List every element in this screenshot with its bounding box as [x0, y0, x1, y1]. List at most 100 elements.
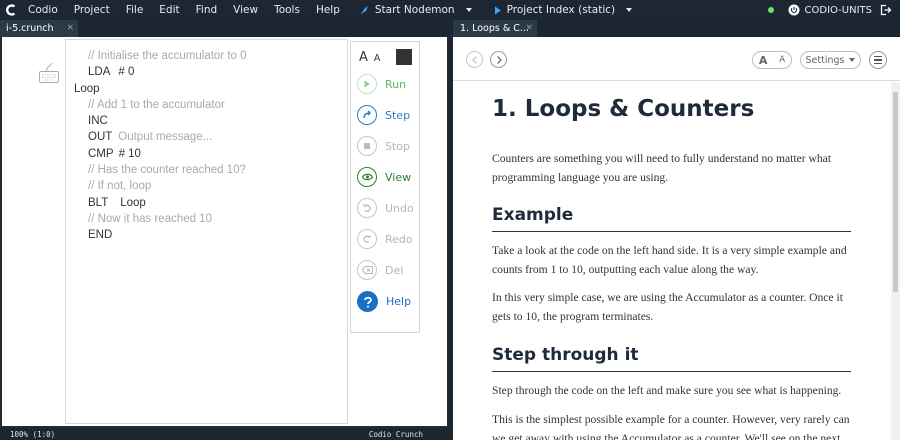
- stop-button[interactable]: Stop: [357, 136, 410, 156]
- menu-find[interactable]: Find: [188, 0, 226, 20]
- code-line: BLT Loop: [88, 197, 146, 209]
- help-button[interactable]: Help: [357, 291, 411, 312]
- guide-font-decrease-button[interactable]: A: [779, 55, 785, 65]
- example-paragraph-2: In this very simple case, we are using t…: [492, 291, 843, 323]
- user-label[interactable]: CODIO-UNITS: [805, 5, 872, 16]
- close-icon[interactable]: ×: [66, 23, 74, 33]
- tab-loops-counters[interactable]: 1. Loops & C... ×: [453, 20, 537, 37]
- run-label: Run: [385, 77, 407, 91]
- preview-menu-button[interactable]: Project Index (static): [486, 0, 641, 20]
- redo-label: Redo: [385, 232, 413, 246]
- code-editor[interactable]: // Initialise the accumulator to 0 LDA # …: [65, 39, 348, 424]
- undo-label: Undo: [385, 201, 414, 215]
- backspace-icon: [357, 260, 377, 280]
- settings-label: Settings: [805, 54, 845, 66]
- close-icon[interactable]: ×: [525, 23, 533, 33]
- editor-status-bar: 100% (1:0) Codio Crunch: [0, 428, 449, 440]
- previous-page-button[interactable]: [466, 51, 483, 68]
- intro-paragraph: Counters are something you will need to …: [492, 152, 832, 184]
- menu-file[interactable]: File: [118, 0, 152, 20]
- step-paragraph-2: This is the simplest possible example fo…: [492, 413, 850, 440]
- chevron-down-icon: [626, 8, 633, 12]
- menu-help[interactable]: Help: [308, 0, 348, 20]
- guide-tab-bar: 1. Loops & C... ×: [453, 20, 900, 37]
- connection-status-icon: [767, 7, 774, 13]
- code-op: END: [88, 229, 113, 241]
- guide-pane: 1. Loops & C... × A A Settings 1. Loops …: [453, 20, 900, 440]
- font-size-controls: A A: [359, 50, 380, 65]
- editor-body: // Initialise the accumulator to 0 LDA # …: [2, 37, 447, 426]
- example-paragraph-1: Take a look at the code on the left hand…: [492, 244, 847, 276]
- delete-button[interactable]: Del: [357, 260, 403, 280]
- chevron-left-icon: [471, 55, 477, 64]
- font-increase-button[interactable]: A: [359, 50, 368, 65]
- crunch-tool-panel: A A Run Step Stop View Undo Redo Del Hel…: [350, 41, 420, 333]
- view-button[interactable]: View: [357, 167, 411, 187]
- code-comment: // Add 1 to the accumulator: [88, 99, 225, 111]
- step-arrow-icon: [357, 105, 377, 125]
- run-menu-label: Start Nodemon: [374, 4, 455, 16]
- next-page-button[interactable]: [490, 51, 507, 68]
- guide-content: 1. Loops & Counters Counters are somethi…: [453, 82, 891, 440]
- guide-scrollbar[interactable]: [891, 82, 900, 440]
- stop-label: Stop: [385, 139, 411, 153]
- view-label: View: [385, 170, 412, 184]
- delete-label: Del: [385, 263, 404, 277]
- redo-button[interactable]: Redo: [357, 229, 413, 249]
- code-comment: // Now it has reached 10: [88, 213, 213, 225]
- theme-color-swatch[interactable]: [396, 49, 412, 65]
- step-button[interactable]: Step: [357, 105, 410, 125]
- heading-rule: [492, 371, 851, 372]
- page-title: 1. Loops & Counters: [492, 96, 755, 122]
- code-op: CMP: [88, 148, 114, 160]
- tab-label: 1. Loops & C...: [460, 23, 529, 34]
- settings-dropdown[interactable]: Settings: [800, 51, 861, 69]
- menu-right: CODIO-UNITS: [767, 0, 900, 20]
- play-icon: [494, 6, 501, 14]
- code-arg: # 10: [118, 148, 141, 160]
- code-op: OUT: [88, 131, 113, 143]
- font-decrease-button[interactable]: A: [374, 53, 381, 64]
- guide-toolbar: A A Settings: [453, 37, 900, 81]
- tab-i-5-crunch[interactable]: i-5.crunch ×: [0, 20, 78, 37]
- run-menu-button[interactable]: Start Nodemon: [352, 0, 480, 20]
- rocket-icon: [360, 6, 368, 14]
- code-op: LDA: [88, 66, 111, 78]
- language-mode[interactable]: Codio Crunch: [369, 430, 423, 439]
- menu-codio[interactable]: Codio: [22, 0, 66, 20]
- hamburger-menu-icon[interactable]: [869, 51, 887, 69]
- power-icon[interactable]: [788, 4, 800, 16]
- logout-icon[interactable]: [880, 4, 892, 16]
- menu-edit[interactable]: Edit: [151, 0, 187, 20]
- code-comment: // If not, loop: [88, 180, 152, 192]
- tab-label: i-5.crunch: [6, 23, 54, 34]
- menu-view[interactable]: View: [225, 0, 266, 20]
- chevron-down-icon: [465, 8, 472, 12]
- stop-icon: [357, 136, 377, 156]
- editor-pane: i-5.crunch × // Initialise the accumulat…: [0, 20, 449, 440]
- code-op: INC: [88, 115, 108, 127]
- editor-tab-bar: i-5.crunch ×: [0, 20, 449, 37]
- heading-rule: [492, 231, 851, 232]
- code-arg: # 0: [118, 66, 135, 78]
- code-arg: Loop: [120, 197, 146, 209]
- menu-project[interactable]: Project: [66, 0, 118, 20]
- preview-menu-label: Project Index (static): [506, 4, 616, 16]
- play-icon: [357, 74, 377, 94]
- question-icon: [357, 291, 378, 312]
- undo-icon: [357, 198, 377, 218]
- menu-tools[interactable]: Tools: [266, 0, 308, 20]
- guide-font-size-controls: A A: [752, 51, 792, 69]
- undo-button[interactable]: Undo: [357, 198, 414, 218]
- code-line: LDA # 0: [88, 66, 134, 78]
- scrollbar-thumb[interactable]: [893, 92, 898, 292]
- step-heading: Step through it: [492, 345, 639, 365]
- codio-logo-icon[interactable]: [0, 0, 22, 20]
- chevron-down-icon: [849, 58, 856, 62]
- guide-font-increase-button[interactable]: A: [759, 54, 768, 67]
- step-paragraph-1: Step through the code on the left and ma…: [492, 384, 842, 397]
- run-button[interactable]: Run: [357, 74, 406, 94]
- redo-icon: [357, 229, 377, 249]
- code-label: Loop: [74, 83, 100, 95]
- keyboard-icon[interactable]: [38, 62, 60, 84]
